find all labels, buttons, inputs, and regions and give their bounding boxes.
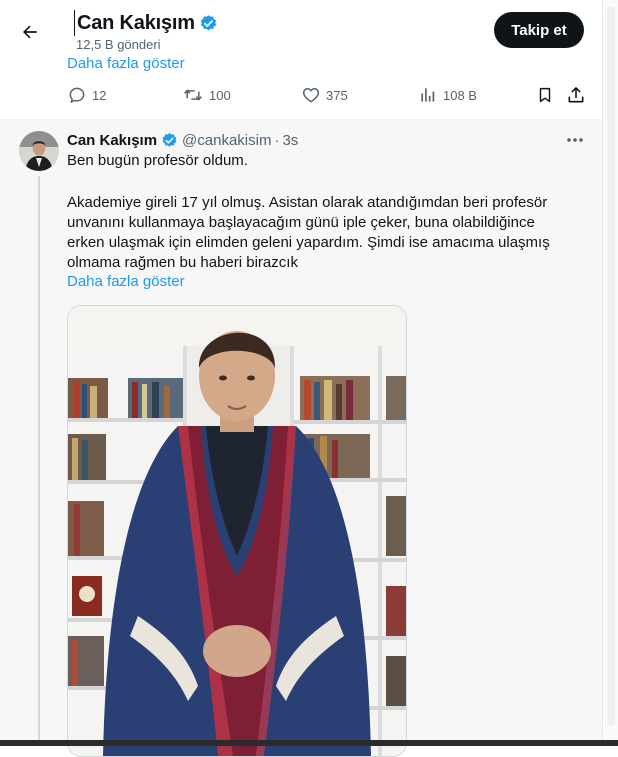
more-options-button[interactable] <box>564 131 586 149</box>
share-icon <box>568 87 584 103</box>
profile-name: Can Kakışım <box>77 11 195 34</box>
show-more-link[interactable]: Daha fazla göster <box>67 55 185 72</box>
bookmark-button[interactable] <box>536 85 554 105</box>
arrow-left-icon <box>23 25 37 39</box>
bookmark-icon <box>539 87 551 103</box>
heart-icon <box>302 88 320 103</box>
tweet-text-line: Ben bugün profesör oldum. <box>67 152 248 169</box>
author-handle[interactable]: @cankakisim <box>182 132 271 149</box>
verified-badge-icon <box>200 14 217 30</box>
like-count: 375 <box>326 87 348 103</box>
photo-illustration <box>68 306 406 756</box>
back-button[interactable] <box>14 16 46 48</box>
reply-button[interactable]: 12 <box>67 85 106 105</box>
share-button[interactable] <box>566 85 586 105</box>
follow-button[interactable]: Takip et <box>494 12 584 48</box>
action-bar: 12 100 375 108 B <box>0 84 600 108</box>
tweet-text-line: olmama rağmen bu haberi birazcık <box>67 254 298 271</box>
views-icon <box>421 88 435 102</box>
separator-dot: · <box>274 132 280 149</box>
tweet-text-line: Akademiye gireli 17 yıl olmuş. Asistan o… <box>67 194 548 211</box>
taskbar-strip <box>0 740 618 746</box>
tweet-time[interactable]: 3s <box>282 132 298 149</box>
verified-badge-icon <box>162 133 177 147</box>
scrollbar-thumb[interactable] <box>607 6 615 726</box>
tweet-text-line: erken ulaşmak için elimden geleni yapard… <box>67 234 550 251</box>
repost-count: 100 <box>209 87 231 103</box>
tweet-header: Can Kakışım @cankakisim · 3s <box>67 132 298 149</box>
avatar[interactable] <box>19 131 59 171</box>
show-more-link[interactable]: Daha fazla göster <box>67 273 185 290</box>
reply-icon <box>69 87 85 103</box>
more-horizontal-icon <box>567 138 583 142</box>
repost-icon <box>184 89 202 101</box>
tweet-photo[interactable] <box>67 305 407 757</box>
repost-button[interactable]: 100 <box>182 85 231 105</box>
profile-header: Can Kakışım <box>74 10 218 36</box>
like-button[interactable]: 375 <box>301 85 348 105</box>
avatar-image <box>19 131 59 171</box>
post-count: 12,5 B gönderi <box>76 37 161 52</box>
reply-count: 12 <box>92 87 107 103</box>
text-cursor <box>74 10 75 36</box>
tweet-text-line: unvanını kullanmaya başlayacağım günü ip… <box>67 214 535 231</box>
views-button[interactable]: 108 B <box>418 85 477 105</box>
thread-line <box>38 176 40 746</box>
author-name[interactable]: Can Kakışım <box>67 132 157 149</box>
views-count: 108 B <box>443 87 477 103</box>
